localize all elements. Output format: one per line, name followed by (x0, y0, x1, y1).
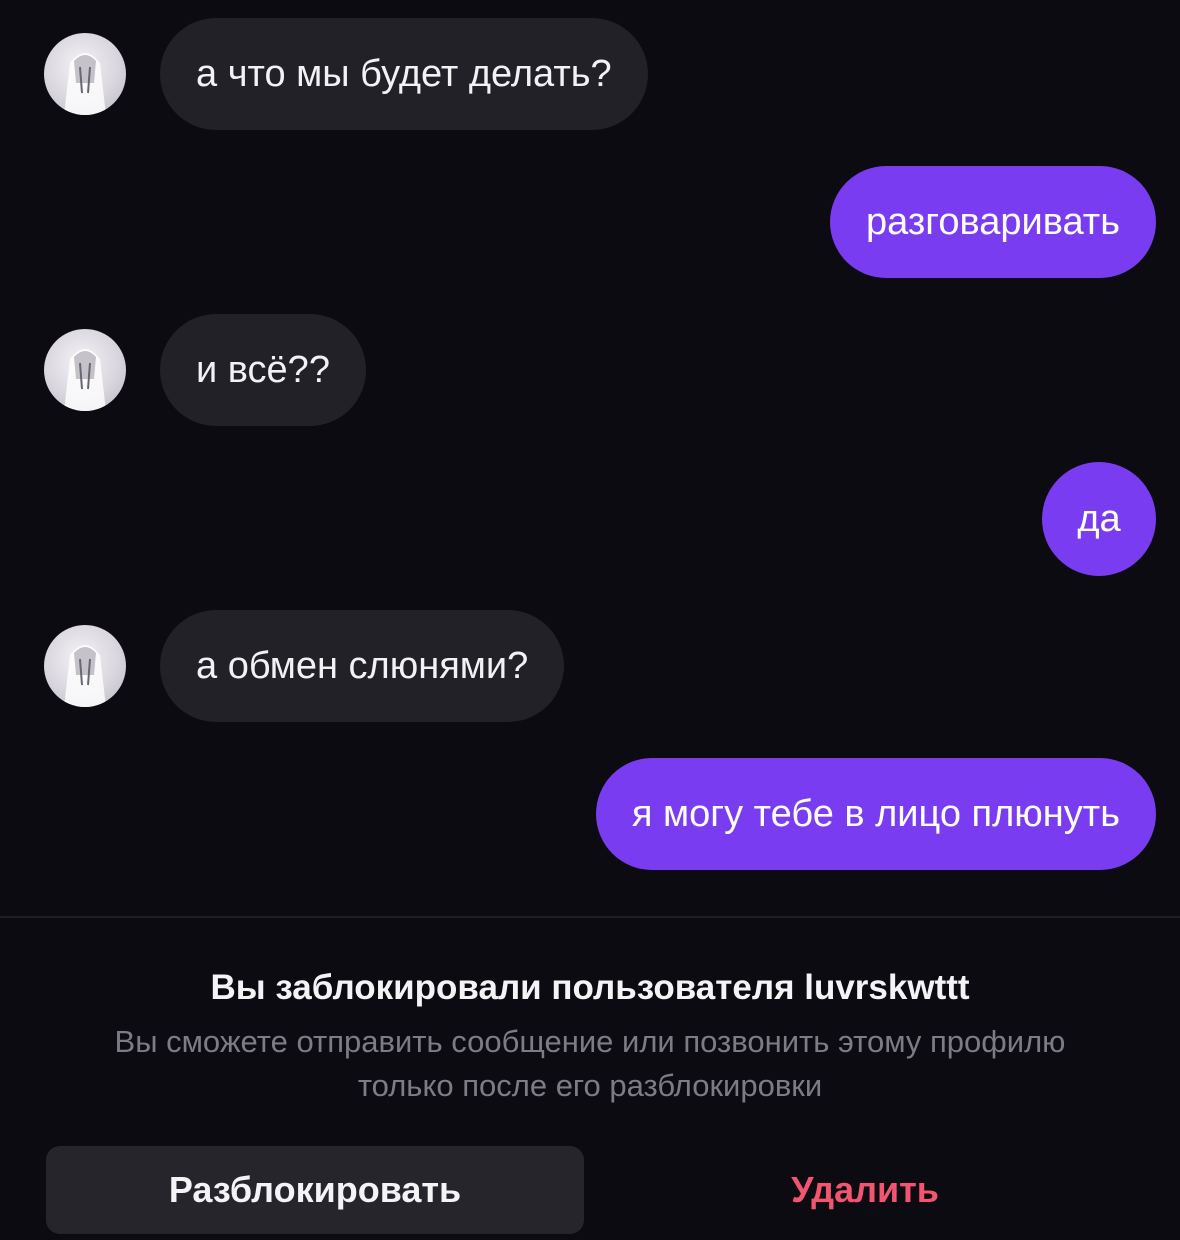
message-row-incoming: а обмен слюнями? (44, 610, 565, 722)
message-row-incoming: и всё?? (44, 314, 366, 426)
message-row-outgoing: разговаривать (830, 166, 1156, 278)
message-bubble-outgoing[interactable]: разговаривать (830, 166, 1156, 278)
message-bubble-incoming[interactable]: и всё?? (160, 314, 366, 426)
message-bubble-incoming[interactable]: а что мы будет делать? (160, 18, 648, 130)
message-row-outgoing: я могу тебе в лицо плюнуть (595, 758, 1156, 870)
blocked-notice-panel: Вы заблокировали пользователя luvrskwttt… (0, 918, 1180, 1240)
message-bubble-outgoing[interactable]: да (1042, 462, 1156, 576)
blocked-description: Вы сможете отправить сообщение или позво… (114, 1024, 1066, 1103)
delete-button[interactable]: Удалить (596, 1146, 1134, 1234)
user-avatar-icon[interactable] (44, 33, 126, 115)
message-row-outgoing: да (1042, 462, 1156, 576)
user-avatar-icon[interactable] (44, 329, 126, 411)
message-row-incoming: а что мы будет делать? (44, 18, 648, 130)
blocked-title: Вы заблокировали пользователя luvrskwttt (210, 968, 970, 1007)
chat-thread: а что мы будет делать? разговаривать и в… (0, 0, 1180, 916)
message-bubble-outgoing[interactable]: я могу тебе в лицо плюнуть (595, 758, 1156, 870)
user-avatar-icon[interactable] (44, 625, 126, 707)
message-bubble-incoming[interactable]: а обмен слюнями? (160, 610, 565, 722)
unblock-button[interactable]: Разблокировать (46, 1146, 584, 1234)
